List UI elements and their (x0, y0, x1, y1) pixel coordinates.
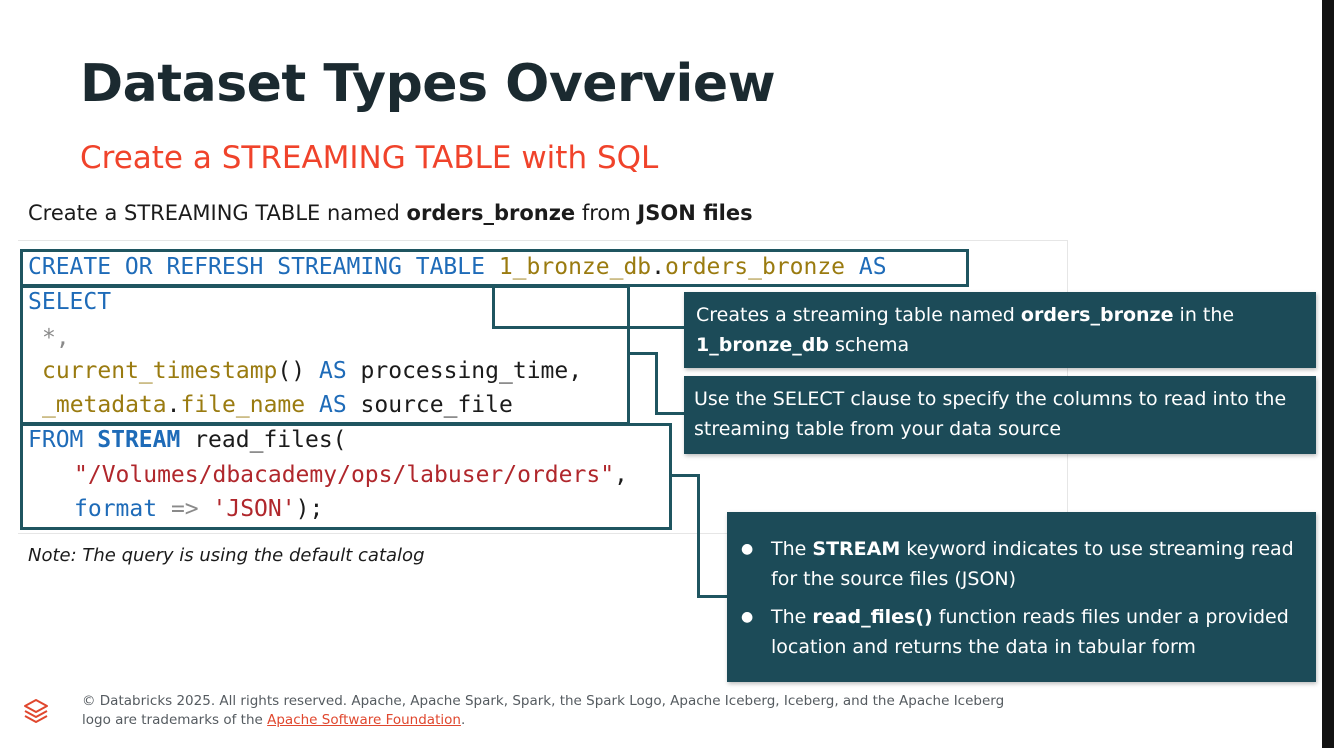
connector-from-vertical (697, 474, 700, 598)
callout-bullet-stream: The STREAM keyword indicates to use stre… (727, 534, 1302, 594)
callout-create-line1: Creates a streaming table named orders_b… (696, 300, 1304, 330)
intro-prefix: Create a STREAMING TABLE named (28, 201, 407, 225)
bullet-read-files-fn: read_files() (812, 606, 933, 628)
callout-create-schema: 1_bronze_db (696, 334, 829, 356)
apache-foundation-link[interactable]: Apache Software Foundation (267, 712, 461, 728)
slide-subtitle: Create a STREAMING TABLE with SQL (80, 140, 659, 176)
slide-title: Dataset Types Overview (80, 54, 776, 114)
callout-select-text: Use the SELECT clause to specify the col… (694, 388, 1287, 440)
footnote-default-catalog: Note: The query is using the default cat… (28, 545, 425, 566)
connector-from-top (670, 474, 700, 477)
footer-copyright-text: © Databricks 2025. All rights reserved. … (82, 693, 1005, 728)
callout-bullet-list: The STREAM keyword indicates to use stre… (727, 534, 1302, 662)
bullet-stream-keyword: STREAM (812, 538, 901, 560)
callout-bullet-read-files: The read_files() function reads files un… (727, 602, 1302, 662)
callout-create-table-name: orders_bronze (1020, 304, 1174, 326)
bullet-read-files-prefix: The (771, 606, 813, 628)
intro-table-name: orders_bronze (406, 201, 576, 225)
callout-create-line2: 1_bronze_db schema (696, 330, 1304, 360)
footer-copyright: © Databricks 2025. All rights reserved. … (82, 692, 1012, 730)
connector-from-bottom (697, 595, 728, 598)
connector-create-vertical (492, 286, 495, 328)
callout-stream-read-files: The STREAM keyword indicates to use stre… (727, 512, 1316, 682)
intro-text: Create a STREAMING TABLE named orders_br… (28, 201, 753, 225)
connector-select-vertical (655, 352, 658, 415)
window-right-edge (1322, 0, 1334, 748)
highlight-create-statement (20, 249, 969, 287)
intro-source: JSON files (637, 201, 753, 225)
connector-select-bottom (655, 412, 686, 415)
bullet-stream-prefix: The (771, 538, 813, 560)
connector-select-top (628, 352, 658, 355)
highlight-from-clause (20, 423, 672, 530)
callout-select-clause: Use the SELECT clause to specify the col… (684, 376, 1316, 454)
intro-middle: from (575, 201, 638, 225)
callout-create-table: Creates a streaming table named orders_b… (684, 292, 1316, 368)
callout-create-text: Creates a streaming table named (696, 304, 1021, 326)
databricks-logo-icon (24, 699, 48, 723)
callout-create-text-end: in the (1173, 304, 1235, 326)
highlight-select-clause (20, 285, 630, 425)
connector-create-horizontal (492, 326, 686, 329)
callout-create-schema-suffix: schema (828, 334, 910, 356)
footer-period: . (460, 712, 466, 728)
